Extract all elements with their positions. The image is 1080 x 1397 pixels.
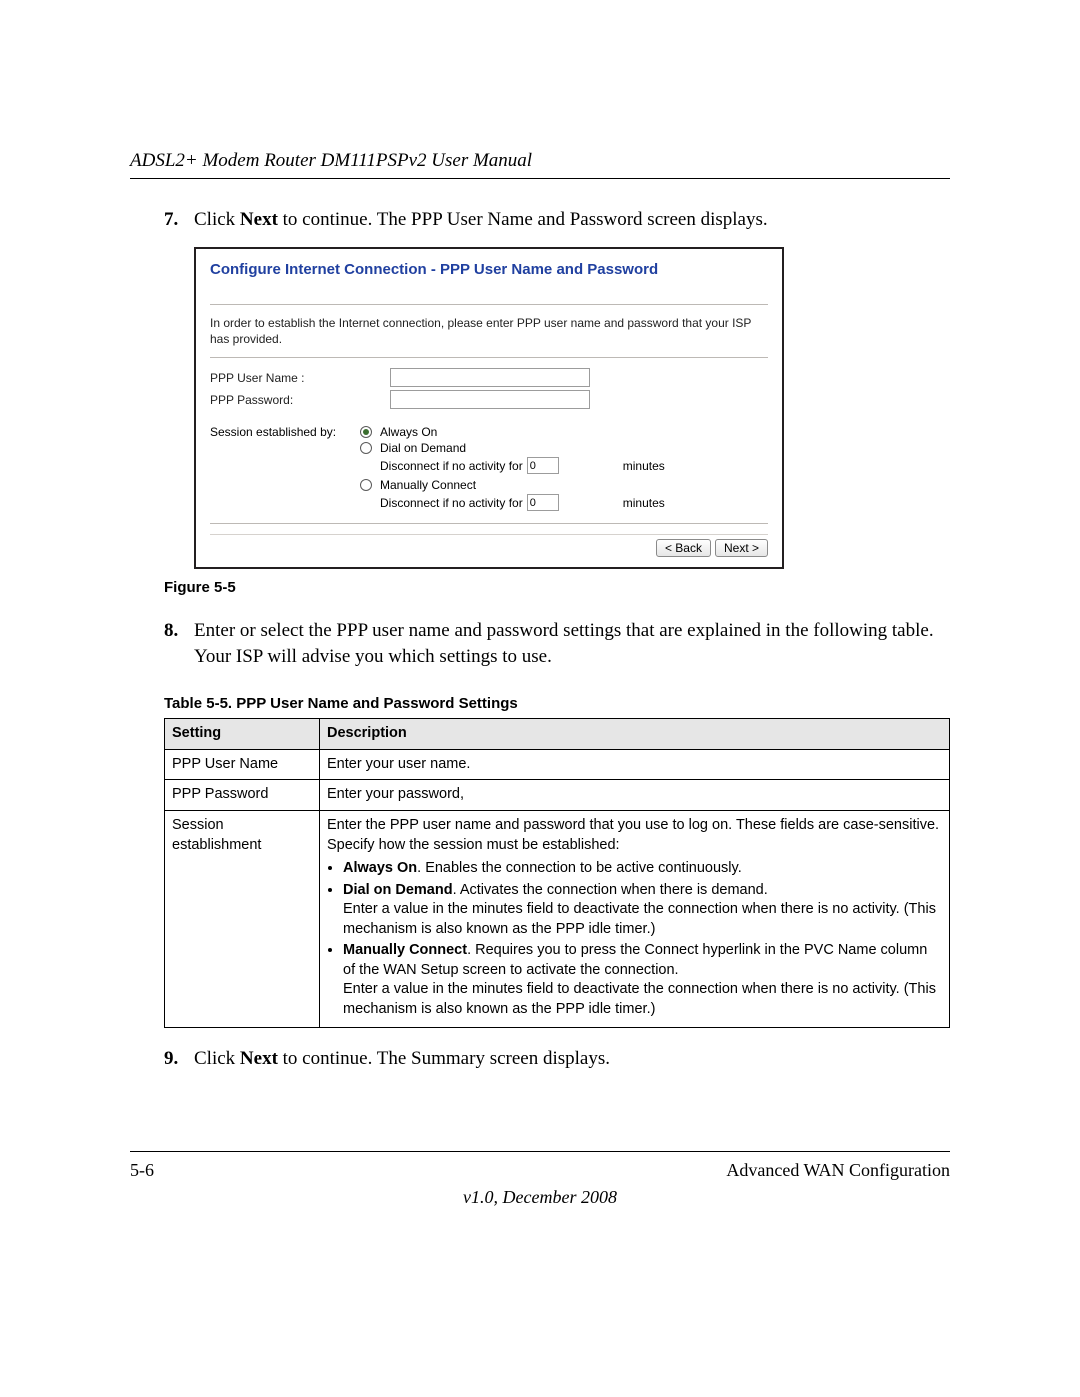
step-7-pre: Click xyxy=(194,209,240,230)
option-always-on[interactable]: Always On xyxy=(360,425,768,439)
radio-dial-on-demand[interactable] xyxy=(360,442,372,454)
label-dial-on-demand: Dial on Demand xyxy=(380,441,466,455)
page-number: 5-6 xyxy=(130,1160,154,1181)
ppp-config-screenshot: Configure Internet Connection - PPP User… xyxy=(194,247,784,569)
cell-desc: Enter your password, xyxy=(320,780,950,811)
bullet-bold: Dial on Demand xyxy=(343,882,453,898)
session-block: Session established by: Always On Dial o… xyxy=(210,425,768,515)
step-9-bold: Next xyxy=(240,1048,278,1069)
table-row: Session establishment Enter the PPP user… xyxy=(165,810,950,1027)
cell-setting: Session establishment xyxy=(165,810,320,1027)
step-9-text: Click Next to continue. The Summary scre… xyxy=(194,1046,950,1072)
cell-setting: PPP Password xyxy=(165,780,320,811)
table-row: PPP Password Enter your password, xyxy=(165,780,950,811)
session-bullets: Always On. Enables the connection to be … xyxy=(327,859,942,1020)
step-8-text: Enter or select the PPP user name and pa… xyxy=(194,618,950,669)
label-manually-connect: Manually Connect xyxy=(380,478,476,492)
bullet-rest: . Activates the connection when there is… xyxy=(453,882,768,898)
cell-desc: Enter your user name. xyxy=(320,749,950,780)
option-dial-on-demand[interactable]: Dial on Demand xyxy=(360,441,768,455)
ppp-username-label: PPP User Name : xyxy=(210,371,390,385)
doc-version: v1.0, December 2008 xyxy=(130,1187,950,1208)
minutes-label-2: minutes xyxy=(623,496,665,510)
bullet-line2: Enter a value in the minutes field to de… xyxy=(343,901,936,937)
cell-desc: Enter the PPP user name and password tha… xyxy=(320,810,950,1027)
divider xyxy=(210,304,768,305)
step-7: 7. Click Next to continue. The PPP User … xyxy=(164,207,950,233)
th-setting: Setting xyxy=(165,719,320,750)
bullet-bold: Manually Connect xyxy=(343,942,467,958)
table-caption: Table 5-5. PPP User Name and Password Se… xyxy=(164,695,950,712)
step-8-number: 8. xyxy=(164,618,194,669)
divider xyxy=(210,357,768,358)
radio-manually-connect[interactable] xyxy=(360,479,372,491)
step-7-post: to continue. The PPP User Name and Passw… xyxy=(278,209,768,230)
ppp-username-input[interactable] xyxy=(390,368,590,387)
list-item: Dial on Demand. Activates the connection… xyxy=(343,881,942,940)
table-row: PPP User Name Enter your user name. xyxy=(165,749,950,780)
list-item: Manually Connect. Requires you to press … xyxy=(343,941,942,1019)
section-name: Advanced WAN Configuration xyxy=(726,1160,950,1181)
ppp-username-row: PPP User Name : xyxy=(210,368,768,387)
divider xyxy=(210,523,768,524)
bullet-line2: Enter a value in the minutes field to de… xyxy=(343,981,936,1017)
step-9-pre: Click xyxy=(194,1048,240,1069)
cell-setting: PPP User Name xyxy=(165,749,320,780)
figure-caption: Figure 5-5 xyxy=(164,579,950,596)
step-9-number: 9. xyxy=(164,1046,194,1072)
manual-page: ADSL2+ Modem Router DM111PSPv2 User Manu… xyxy=(0,0,1080,1268)
next-button[interactable]: Next > xyxy=(715,539,768,557)
manual-idle-input[interactable] xyxy=(527,494,559,511)
ppp-password-input[interactable] xyxy=(390,390,590,409)
ppp-password-row: PPP Password: xyxy=(210,390,768,409)
bullet-bold: Always On xyxy=(343,860,417,876)
step-8: 8. Enter or select the PPP user name and… xyxy=(164,618,950,669)
dial-idle-row: Disconnect if no activity for minutes xyxy=(380,457,768,474)
manual-idle-row: Disconnect if no activity for minutes xyxy=(380,494,768,511)
step-7-text: Click Next to continue. The PPP User Nam… xyxy=(194,207,950,233)
label-always-on: Always On xyxy=(380,425,437,439)
list-item: Always On. Enables the connection to be … xyxy=(343,859,942,879)
table-header-row: Setting Description xyxy=(165,719,950,750)
session-intro: Enter the PPP user name and password tha… xyxy=(327,817,939,853)
doc-header: ADSL2+ Modem Router DM111PSPv2 User Manu… xyxy=(130,150,950,179)
disconnect-label-1: Disconnect if no activity for xyxy=(380,459,523,473)
bullet-rest: . Enables the connection to be active co… xyxy=(417,860,742,876)
disconnect-label-2: Disconnect if no activity for xyxy=(380,496,523,510)
option-manually-connect[interactable]: Manually Connect xyxy=(360,478,768,492)
step-7-bold: Next xyxy=(240,209,278,230)
th-description: Description xyxy=(320,719,950,750)
step-9-post: to continue. The Summary screen displays… xyxy=(278,1048,610,1069)
screenshot-title: Configure Internet Connection - PPP User… xyxy=(210,261,768,278)
session-label: Session established by: xyxy=(210,425,360,515)
ppp-password-label: PPP Password: xyxy=(210,393,390,407)
button-row: < Back Next > xyxy=(210,534,768,557)
step-7-number: 7. xyxy=(164,207,194,233)
screenshot-intro: In order to establish the Internet conne… xyxy=(210,315,768,347)
minutes-label-1: minutes xyxy=(623,459,665,473)
doc-footer: 5-6 Advanced WAN Configuration xyxy=(130,1151,950,1181)
settings-table: Setting Description PPP User Name Enter … xyxy=(164,718,950,1027)
step-9: 9. Click Next to continue. The Summary s… xyxy=(164,1046,950,1072)
radio-always-on[interactable] xyxy=(360,426,372,438)
back-button[interactable]: < Back xyxy=(656,539,711,557)
dial-idle-input[interactable] xyxy=(527,457,559,474)
